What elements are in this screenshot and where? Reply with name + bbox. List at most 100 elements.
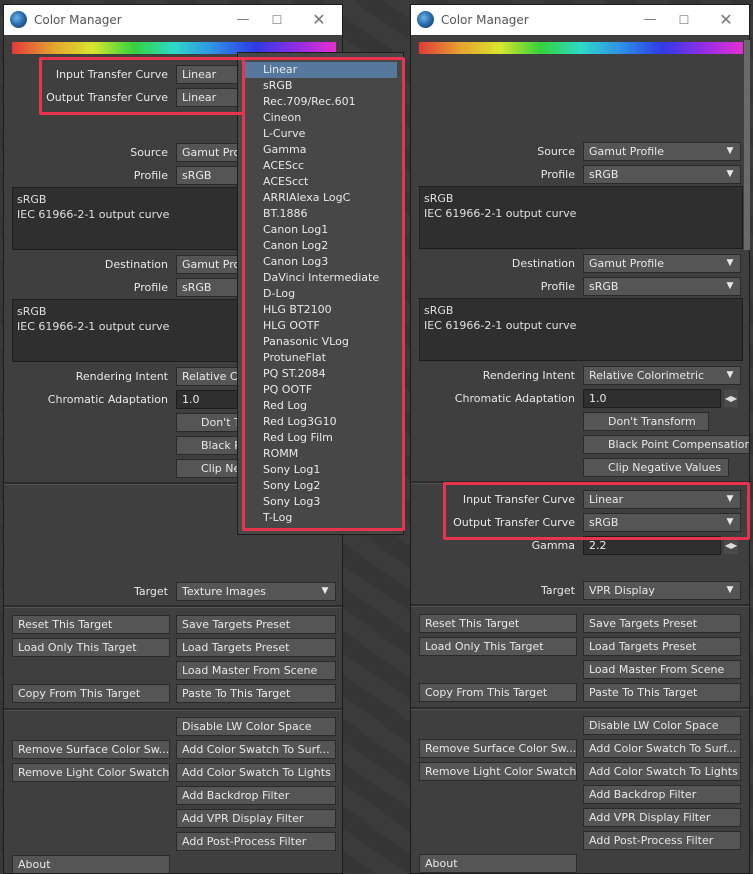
copy-from-target-button[interactable]: Copy From This Target xyxy=(12,684,170,703)
add-backdrop-button[interactable]: Add Backdrop Filter xyxy=(583,785,741,804)
remove-light-swatch-button[interactable]: Remove Light Color Swatch xyxy=(419,762,577,781)
add-vpr-button[interactable]: Add VPR Display Filter xyxy=(176,809,336,828)
copy-from-target-button[interactable]: Copy From This Target xyxy=(419,683,577,702)
paste-to-target-button[interactable]: Paste To This Target xyxy=(176,684,336,703)
target-dropdown[interactable]: Texture Images ▼ xyxy=(176,582,336,601)
source-label: Source xyxy=(537,145,575,158)
disable-lw-button[interactable]: Disable LW Color Space xyxy=(583,716,741,735)
paste-to-target-button[interactable]: Paste To This Target xyxy=(583,683,741,702)
add-backdrop-button[interactable]: Add Backdrop Filter xyxy=(176,786,336,805)
profile-dropdown[interactable]: sRGB xyxy=(176,166,246,185)
color-manager-logo-icon xyxy=(417,11,434,28)
close-icon[interactable]: ✕ xyxy=(709,8,743,32)
chevron-down-icon: ▼ xyxy=(321,586,329,596)
title-bar: Color Manager — ☐ ✕ xyxy=(411,5,749,35)
reset-target-button[interactable]: Reset This Target xyxy=(419,614,577,633)
clip-negative-checkbox[interactable]: Clip Negative Values xyxy=(176,459,246,478)
chromatic-adaptation-field[interactable]: 1.0 xyxy=(176,390,246,409)
load-master-button[interactable]: Load Master From Scene xyxy=(583,660,741,679)
color-spectrum-bar xyxy=(419,42,743,54)
destination-dropdown[interactable]: Gamut Profile ▼ xyxy=(583,254,741,273)
rendering-intent-label: Rendering Intent xyxy=(75,370,168,383)
title-bar: Color Manager — ☐ ✕ xyxy=(4,5,342,35)
profile-label: Profile xyxy=(540,168,575,181)
chevron-down-icon: ▼ xyxy=(726,281,734,291)
load-only-target-button[interactable]: Load Only This Target xyxy=(419,637,577,656)
save-targets-preset-button[interactable]: Save Targets Preset xyxy=(583,614,741,633)
profile-dropdown[interactable]: sRGB ▼ xyxy=(583,165,741,184)
divider xyxy=(4,605,342,608)
highlight-frame-labels xyxy=(39,57,245,115)
dont-transform-checkbox[interactable]: Don't Transform xyxy=(176,413,246,432)
about-button[interactable]: About xyxy=(419,854,577,873)
chromatic-adaptation-label: Chromatic Adaptation xyxy=(47,393,168,406)
save-targets-preset-button[interactable]: Save Targets Preset xyxy=(176,615,336,634)
dest-profile-label: Profile xyxy=(133,281,168,294)
divider xyxy=(411,707,749,710)
dest-profile-label: Profile xyxy=(540,280,575,293)
add-post-process-button[interactable]: Add Post-Process Filter xyxy=(176,832,336,851)
load-targets-preset-button[interactable]: Load Targets Preset xyxy=(176,638,336,657)
destination-label: Destination xyxy=(511,257,575,270)
highlight-frame-right xyxy=(443,482,750,540)
spin-arrows-icon[interactable]: ◀▶ xyxy=(724,390,738,407)
load-only-target-button[interactable]: Load Only This Target xyxy=(12,638,170,657)
destination-description: sRGB IEC 61966-2-1 output curve xyxy=(419,298,743,361)
reset-target-button[interactable]: Reset This Target xyxy=(12,615,170,634)
dest-profile-dropdown[interactable]: sRGB ▼ xyxy=(583,277,741,296)
dest-desc-line1: sRGB xyxy=(424,304,454,317)
add-post-process-button[interactable]: Add Post-Process Filter xyxy=(583,831,741,850)
dont-transform-checkbox[interactable]: Don't Transform xyxy=(583,412,709,431)
source-dropdown[interactable]: Gamut Profile xyxy=(176,143,246,162)
add-swatch-surf-button[interactable]: Add Color Swatch To Surf... xyxy=(176,740,336,759)
rendering-intent-label: Rendering Intent xyxy=(482,369,575,382)
add-swatch-lights-button[interactable]: Add Color Swatch To Lights xyxy=(583,762,741,781)
dest-profile-dropdown[interactable]: sRGB xyxy=(176,278,246,297)
maximize-icon[interactable]: ☐ xyxy=(667,8,701,32)
add-swatch-surf-button[interactable]: Add Color Swatch To Surf... xyxy=(583,739,741,758)
gamma-label: Gamma xyxy=(531,539,575,552)
black-point-checkbox[interactable]: Black Point Compensation xyxy=(176,436,246,455)
destination-dropdown[interactable]: Gamut Profile xyxy=(176,255,246,274)
profile-label: Profile xyxy=(133,169,168,182)
divider xyxy=(411,604,749,607)
rendering-intent-dropdown[interactable]: Relative Colorimetric ▼ xyxy=(583,366,741,385)
target-label: Target xyxy=(540,584,575,597)
minimize-icon[interactable]: — xyxy=(633,8,667,32)
add-vpr-button[interactable]: Add VPR Display Filter xyxy=(583,808,741,827)
remove-light-swatch-button[interactable]: Remove Light Color Swatch xyxy=(12,763,170,782)
color-manager-logo-icon xyxy=(10,11,27,28)
close-icon[interactable]: ✕ xyxy=(302,8,336,32)
scrollbar[interactable] xyxy=(744,40,750,250)
load-targets-preset-button[interactable]: Load Targets Preset xyxy=(583,637,741,656)
rendering-intent-dropdown[interactable]: Relative Colorimetric xyxy=(176,367,246,386)
black-point-checkbox[interactable]: Black Point Compensation xyxy=(583,435,749,454)
minimize-icon[interactable]: — xyxy=(226,8,260,32)
target-dropdown[interactable]: VPR Display ▼ xyxy=(583,581,741,600)
destination-label: Destination xyxy=(104,258,168,271)
highlight-frame-list xyxy=(242,57,405,531)
disable-lw-button[interactable]: Disable LW Color Space xyxy=(176,717,336,736)
load-master-button[interactable]: Load Master From Scene xyxy=(176,661,336,680)
remove-surface-swatch-button[interactable]: Remove Surface Color Sw... xyxy=(12,740,170,759)
chevron-down-icon: ▼ xyxy=(726,169,734,179)
chromatic-adaptation-field[interactable]: 1.0 xyxy=(583,389,721,408)
source-desc-line1: sRGB xyxy=(424,192,454,205)
remove-surface-swatch-button[interactable]: Remove Surface Color Sw... xyxy=(419,739,577,758)
chevron-down-icon: ▼ xyxy=(726,370,734,380)
chevron-down-icon: ▼ xyxy=(726,585,734,595)
maximize-icon[interactable]: ☐ xyxy=(260,8,294,32)
add-swatch-lights-button[interactable]: Add Color Swatch To Lights xyxy=(176,763,336,782)
about-button[interactable]: About xyxy=(12,855,170,873)
chromatic-adaptation-label: Chromatic Adaptation xyxy=(454,392,575,405)
window-title: Color Manager xyxy=(441,13,529,27)
clip-negative-checkbox[interactable]: Clip Negative Values xyxy=(583,458,729,477)
dest-desc-line2: IEC 61966-2-1 output curve xyxy=(424,319,577,332)
source-description: sRGB IEC 61966-2-1 output curve xyxy=(419,186,743,249)
divider xyxy=(4,708,342,711)
target-label: Target xyxy=(133,585,168,598)
source-label: Source xyxy=(130,146,168,159)
source-dropdown[interactable]: Gamut Profile ▼ xyxy=(583,142,741,161)
source-desc-line2: IEC 61966-2-1 output curve xyxy=(424,207,577,220)
chevron-down-icon: ▼ xyxy=(726,258,734,268)
